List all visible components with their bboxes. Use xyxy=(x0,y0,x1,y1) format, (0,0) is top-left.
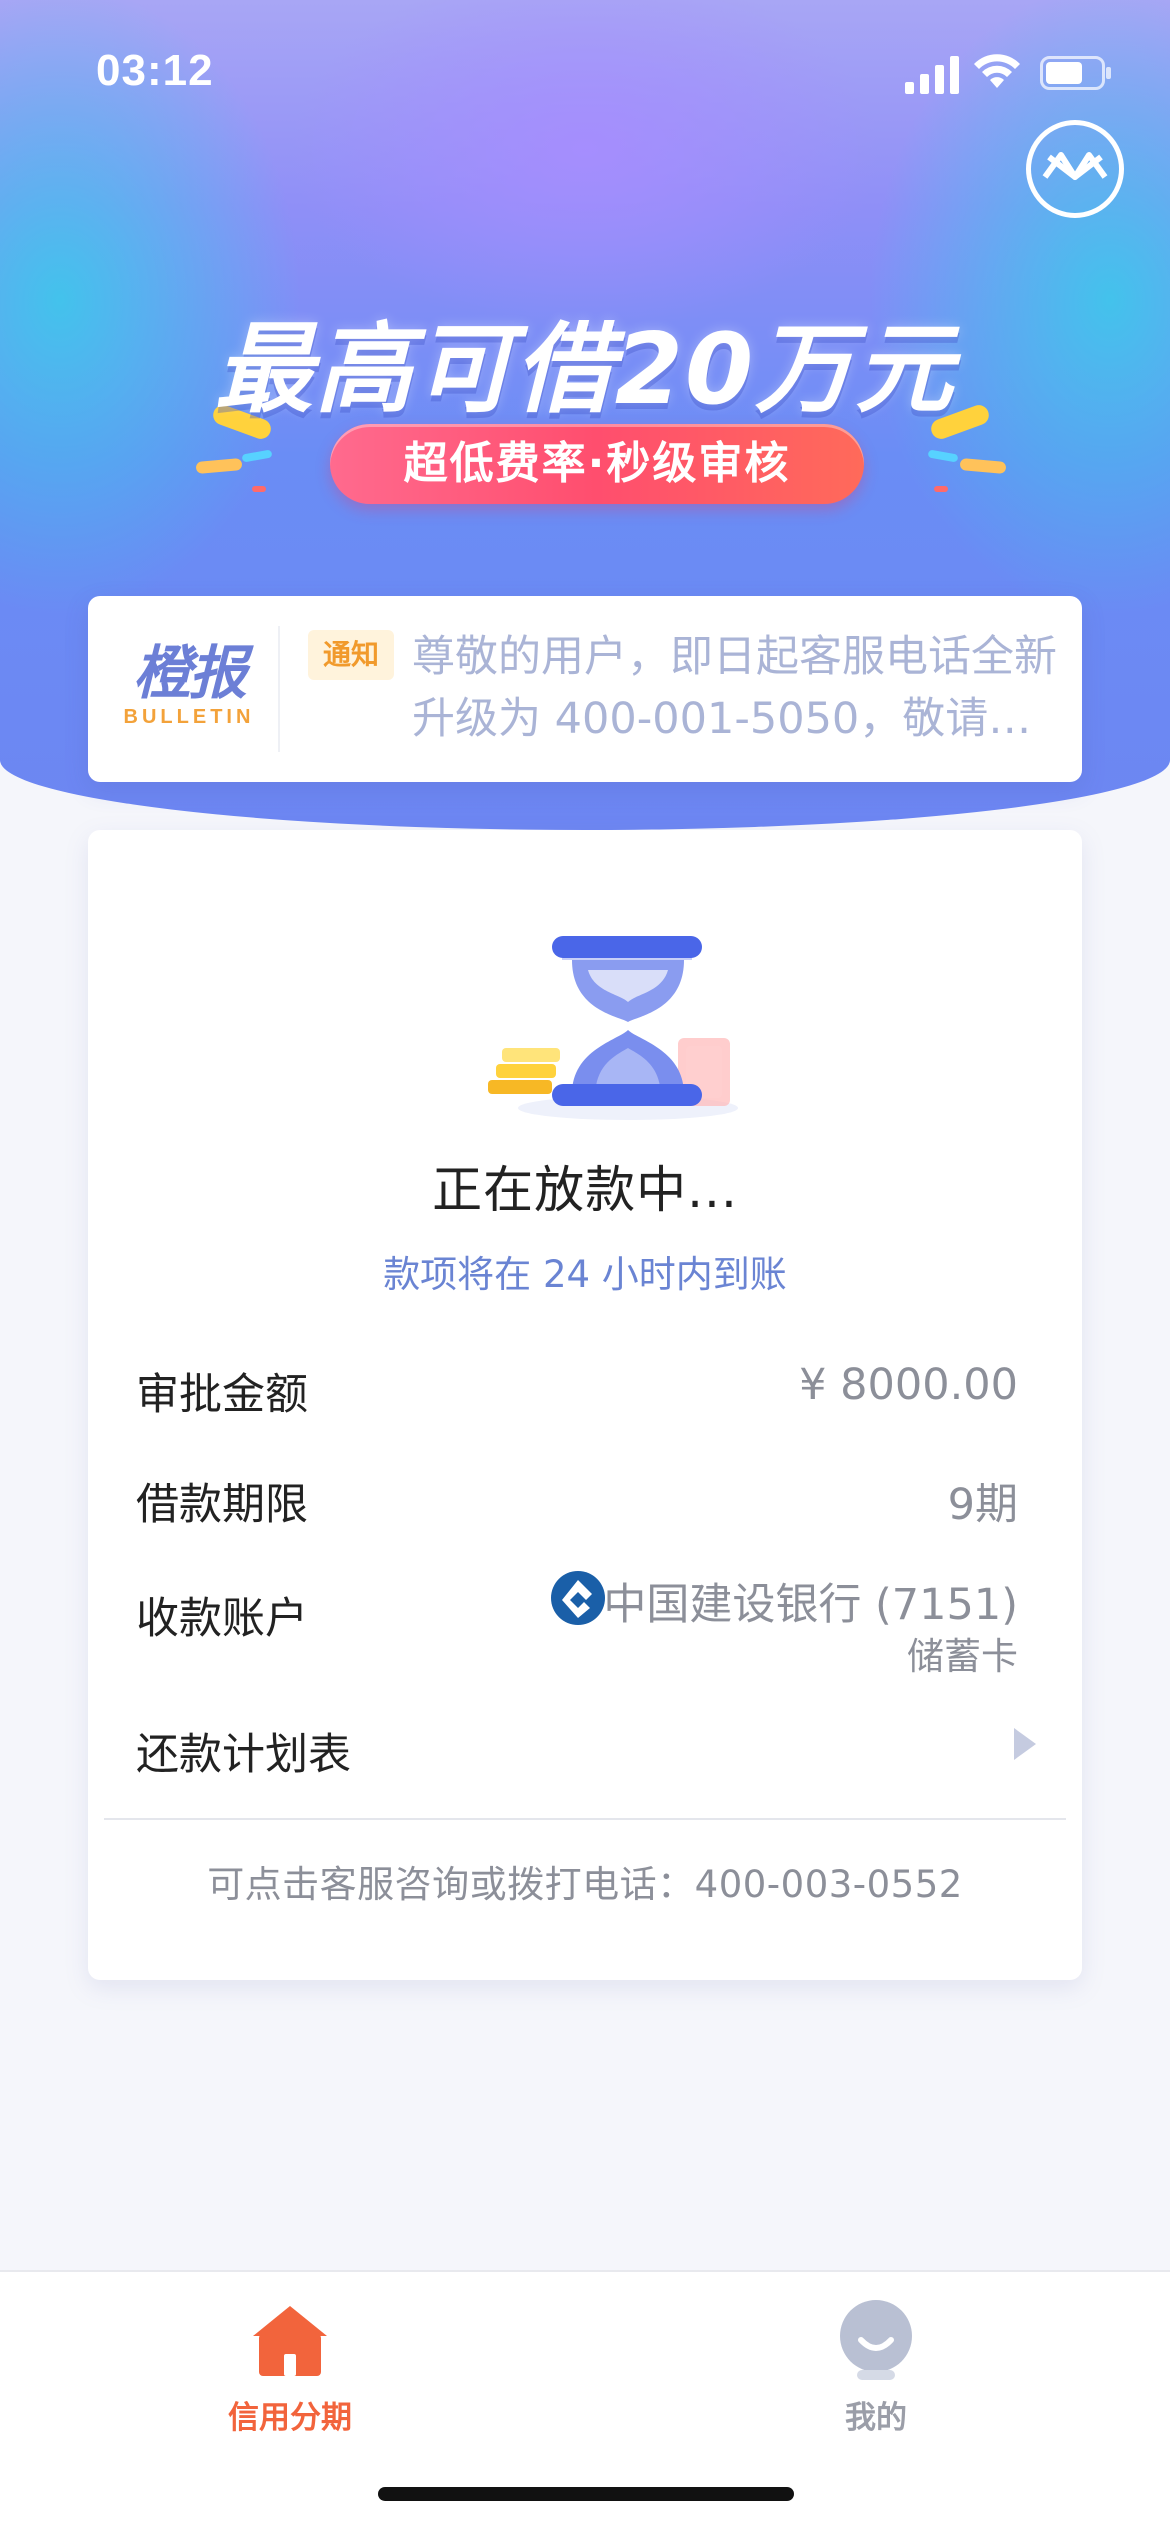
contact-hint[interactable]: 可点击客服咨询或拨打电话：400-003-0552 xyxy=(88,1854,1082,1908)
status-bar: 03:12 xyxy=(0,0,1170,140)
cellular-signal-icon xyxy=(905,56,959,94)
bulletin-logo-subtitle: BULLETIN xyxy=(123,706,255,728)
card-divider xyxy=(104,1818,1066,1820)
bulletin-logo-title: 橙报 xyxy=(132,639,247,707)
bulletin-logo: 橙报 BULLETIN xyxy=(114,640,264,729)
chevron-right-icon[interactable] xyxy=(1010,1726,1040,1762)
user-avatar-icon xyxy=(840,2300,912,2380)
tab-mine-label: 我的 xyxy=(845,2400,907,2436)
term-value: 9期 xyxy=(947,1480,1018,1530)
tab-mine[interactable]: 我的 xyxy=(726,2296,1026,2437)
notice-tag: 通知 xyxy=(308,630,394,680)
hourglass-icon xyxy=(488,936,738,1120)
battery-icon xyxy=(1040,56,1111,90)
tab-credit-installment[interactable]: 信用分期 xyxy=(140,2296,440,2437)
loan-status-card: 正在放款中... 款项将在 24 小时内到账 审批金额 ¥ 8000.00 借款… xyxy=(88,830,1082,1980)
banner-headline: 最高可借20万元 xyxy=(214,313,956,427)
account-label: 收款账户 xyxy=(136,1594,308,1644)
message-icon[interactable] xyxy=(1026,120,1124,218)
banner-pill: 超低费率·秒级审核 xyxy=(330,424,864,504)
ccb-bank-logo-icon xyxy=(551,1571,605,1625)
amount-value: ¥ 8000.00 xyxy=(799,1360,1018,1410)
wifi-icon xyxy=(974,54,1020,88)
loan-status-title: 正在放款中... xyxy=(432,1161,738,1219)
repayment-plan-row[interactable]: 还款计划表 xyxy=(136,1720,351,1782)
loan-status-subtitle: 款项将在 24 小时内到账 xyxy=(383,1253,787,1296)
account-card-type: 储蓄卡 xyxy=(907,1635,1018,1678)
amount-label: 审批金额 xyxy=(136,1370,308,1420)
status-time: 03:12 xyxy=(96,46,214,95)
home-indicator[interactable] xyxy=(378,2487,794,2501)
bulletin-divider xyxy=(278,626,280,752)
term-label: 借款期限 xyxy=(136,1480,308,1530)
account-value: 中国建设银行 (7151) xyxy=(603,1580,1018,1630)
bulletin-text: 尊敬的用户，即日起客服电话全新升级为 400-001-5050，敬请知悉。 xyxy=(412,632,1057,744)
notice-bulletin[interactable]: 橙报 BULLETIN 通知 尊敬的用户，即日起客服电话全新升级为 400-00… xyxy=(88,596,1082,782)
tab-credit-installment-label: 信用分期 xyxy=(228,2400,352,2436)
home-icon xyxy=(253,2306,327,2376)
